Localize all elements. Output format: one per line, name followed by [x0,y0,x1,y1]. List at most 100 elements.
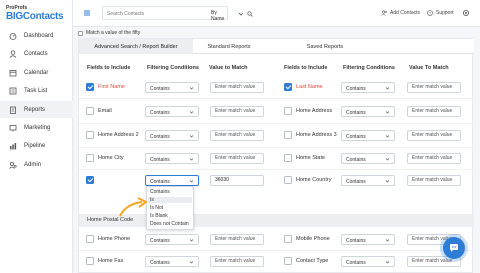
condition-value: Contains [346,109,366,116]
dropdown-option-is[interactable]: Is [148,197,192,203]
gear-icon[interactable] [462,9,470,17]
add-user-icon [381,10,387,16]
search-by-select[interactable]: By Name [211,10,227,22]
condition-value: Contains [346,133,366,140]
field-checkbox[interactable] [86,235,94,243]
main-content: Match a value of the fifty Advanced Sear… [73,27,480,273]
condition-select[interactable]: Contains [145,234,199,245]
dropdown-option-contains[interactable]: Contains [150,189,170,195]
condition-select[interactable]: Contains [341,130,395,141]
sidebar-item-pipeline[interactable]: Pipeline [0,137,73,154]
tab-saved-reports[interactable]: Saved Reports [294,39,356,54]
sidebar-item-contacts[interactable]: Contacts [0,45,73,62]
sidebar-item-dashboard[interactable]: Dashboard [0,27,73,44]
field-checkbox[interactable] [86,257,94,265]
add-contacts-label: Add Contacts [390,10,421,16]
condition-value: Contains [150,133,170,140]
help-icon: ? [427,10,433,16]
field-checkbox[interactable] [86,154,94,162]
field-checkbox[interactable] [86,176,94,184]
brand-name: BIGContacts [6,11,64,22]
dropdown-option-does-not-contain[interactable]: Does not Contain [150,221,189,227]
match-value-input[interactable]: Enter match value [210,234,264,245]
sidebar-item-admin[interactable]: Admin [0,156,73,173]
search-icon[interactable] [247,11,253,17]
menu-icon[interactable] [83,9,91,17]
match-value-input[interactable]: Enter match value [407,175,461,186]
match-value-input[interactable]: Enter match value [210,130,264,141]
match-value-input[interactable]: Enter match value [210,256,264,267]
condition-select[interactable]: Contains [341,82,395,93]
field-checkbox[interactable] [284,235,292,243]
task-list-icon [9,87,17,95]
calendar-icon [9,69,17,77]
condition-select[interactable]: Contains [341,234,395,245]
field-checkbox[interactable] [284,257,292,265]
match-option[interactable]: Match a value of the fifty [78,30,140,36]
field-checkbox[interactable] [284,131,292,139]
condition-select[interactable]: Contains [145,130,199,141]
field-label: Home Country [296,177,332,183]
chevron-down-icon [385,239,390,242]
match-checkbox[interactable] [78,30,83,36]
condition-select[interactable]: Contains [145,256,199,267]
condition-select[interactable]: Contains [341,256,395,267]
condition-select[interactable]: Contains [145,106,199,117]
sidebar-item-task-list[interactable]: Task List [0,82,73,99]
condition-value: Contains [346,237,366,244]
sidebar-item-calendar[interactable]: Calendar [0,64,73,81]
field-checkbox[interactable] [284,154,292,162]
header-value-right: Value To Match [409,65,449,71]
admin-icon [9,161,17,169]
dropdown-option-is-blank[interactable]: Is Blank [150,213,168,219]
match-value-input[interactable]: Enter match value [210,153,264,164]
header-value: Value to Match [209,65,248,71]
tab-advanced-search[interactable]: Advanced Search / Report Builder [79,39,193,54]
contacts-icon [9,50,17,58]
sidebar-item-reports[interactable]: Reports [0,101,73,118]
search-input[interactable] [107,9,175,18]
add-contacts-button[interactable]: Add Contacts [381,10,420,16]
chevron-down-icon [385,87,390,90]
match-value-input[interactable]: Enter match value [407,153,461,164]
condition-select[interactable]: Contains [341,175,395,186]
condition-value: Contains [150,85,170,92]
chevron-down-icon [189,180,194,183]
field-label: Home Phone [98,236,131,242]
dashboard-icon [9,32,17,40]
field-checkbox[interactable] [86,107,94,115]
field-checkbox[interactable] [284,176,292,184]
match-value-input[interactable]: 36030 [210,175,264,186]
field-label: Home City [98,155,124,161]
condition-select[interactable]: Contains [145,82,199,93]
condition-select[interactable]: Contains [341,106,395,117]
match-value-input[interactable]: Enter match value [210,106,264,117]
condition-select[interactable]: Contains [145,153,199,164]
sidebar-item-label: Admin [24,161,42,168]
match-value-input[interactable]: Enter match value [210,82,264,93]
chevron-down-icon [385,158,390,161]
match-value-input[interactable]: Enter match value [407,130,461,141]
sidebar-item-label: Contacts [24,50,48,57]
field-checkbox[interactable] [86,83,94,91]
chevron-down-icon [189,135,194,138]
match-label: Match a value of the fifty [86,30,141,36]
chat-button[interactable] [443,237,465,259]
sidebar-item-marketing[interactable]: Marketing [0,119,73,136]
condition-select[interactable]: Contains [341,153,395,164]
match-value-input[interactable]: Enter match value [407,82,461,93]
match-value-input[interactable]: Enter match value [407,106,461,117]
tab-standard-reports[interactable]: Standard Reports [193,39,265,54]
field-checkbox[interactable] [86,131,94,139]
condition-select[interactable]: Contains [145,175,199,186]
brand-logo[interactable]: ProProfs BIGContacts [6,5,64,22]
chevron-down-icon [189,261,194,264]
condition-value: Contains [150,259,170,266]
top-bar: By Name Add Contacts ? Support [73,0,480,27]
dropdown-option-is-not[interactable]: Is Not [150,205,163,211]
field-checkbox[interactable] [284,107,292,115]
support-button[interactable]: ? Support [427,10,454,16]
field-checkbox[interactable] [284,83,292,91]
row-divider [79,98,474,99]
condition-value: Contains [346,259,366,266]
